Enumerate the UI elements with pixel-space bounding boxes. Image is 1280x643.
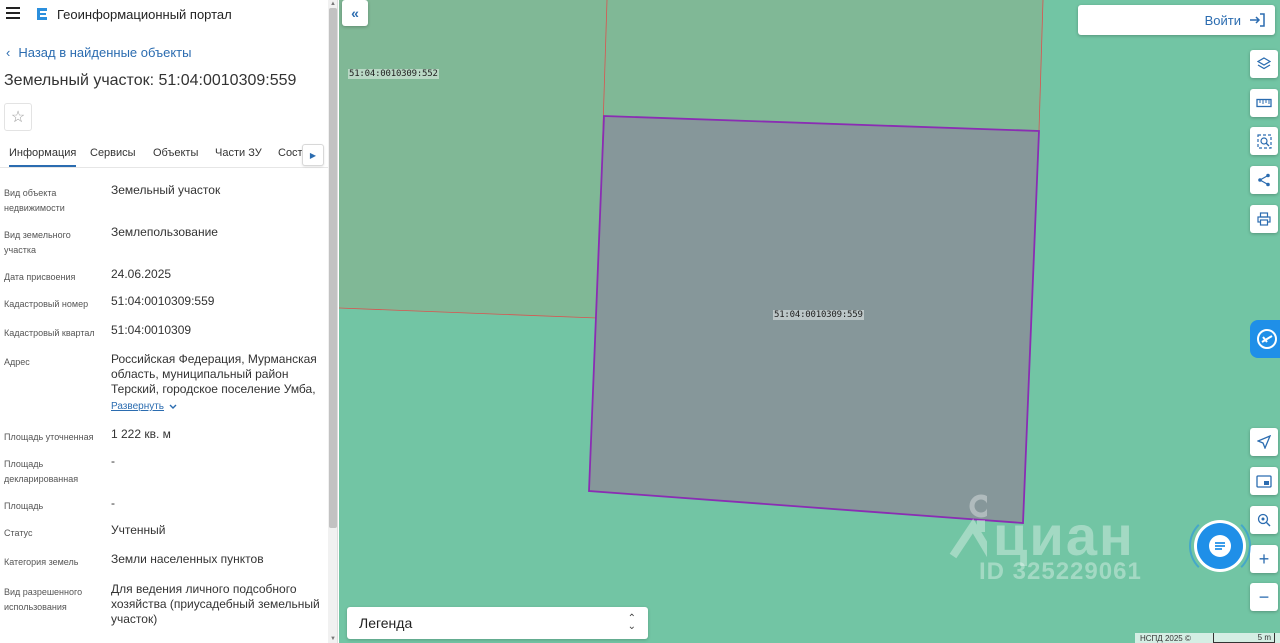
info-value: Для ведения личного подсобного хозяйства… — [111, 582, 320, 626]
info-label: Вид объекта недвижимости — [4, 188, 65, 213]
plus-icon: + — [1258, 548, 1270, 569]
legend-select[interactable]: Легенда ⌃ ⌄ — [347, 607, 648, 639]
page-title: Земельный участок: 51:04:0010309:559 — [4, 72, 297, 89]
info-panel: Геоинформационный портал ‹ Назад в найде… — [0, 0, 338, 643]
scroll-up-icon[interactable]: ▲ — [329, 0, 337, 8]
info-value: Земельный участок — [111, 183, 221, 197]
tabs-scroll-right-button[interactable]: ▶ — [302, 144, 324, 166]
chevron-left-icon: ‹ — [6, 45, 11, 60]
app-header: Геоинформационный портал — [0, 0, 328, 30]
back-link[interactable]: ‹ Назад в найденные объекты — [6, 45, 191, 60]
expand-label: Развернуть — [111, 401, 165, 412]
copyright-text: НСПД 2025 © — [1140, 633, 1191, 643]
collapse-panel-button[interactable]: « — [342, 0, 368, 26]
area-select-button[interactable] — [1250, 127, 1278, 155]
info-label: Кадастровый квартал — [4, 328, 95, 338]
chat-icon — [1209, 535, 1231, 557]
locate-button[interactable] — [1250, 428, 1278, 456]
parcel-label-neighbor: 51:04:0010309:552 — [348, 69, 439, 79]
address-text: Российская Федерация, Мурманская область… — [111, 352, 317, 396]
info-value: 24.06.2025 — [111, 267, 172, 281]
neighbor-parcel-top[interactable] — [604, 0, 1043, 131]
info-label: Кадастровый номер — [4, 299, 89, 309]
info-value: 1 222 кв. м — [111, 427, 171, 441]
minimap-icon — [1256, 474, 1272, 488]
info-value: 51:04:0010309:559 — [111, 294, 215, 308]
info-value: - — [111, 496, 115, 510]
area-select-icon — [1256, 133, 1272, 149]
map-view[interactable]: 51:04:0010309:552 51:04:0010309:559 циан… — [339, 0, 1280, 643]
tab-services[interactable]: Сервисы — [90, 147, 136, 159]
ruler-icon — [1256, 98, 1272, 108]
info-label: Площадь декларированная — [4, 459, 79, 484]
info-label: Категория земель — [4, 557, 79, 567]
geo-search-button[interactable] — [1250, 506, 1278, 534]
chat-button[interactable] — [1197, 523, 1243, 569]
menu-icon[interactable] — [6, 7, 20, 21]
info-label: Вид разрешенного использования — [4, 587, 83, 612]
print-button[interactable] — [1250, 205, 1278, 233]
assistant-icon — [1257, 329, 1277, 349]
panel-scrollbar[interactable]: ▲ ▼ — [328, 0, 337, 643]
app-title: Геоинформационный портал — [57, 7, 232, 22]
star-icon: ☆ — [10, 109, 26, 126]
tab-parts[interactable]: Части ЗУ — [215, 147, 262, 159]
minimap-button[interactable] — [1250, 467, 1278, 495]
scale-bar: 5 m — [1213, 633, 1275, 643]
info-value: Учтенный — [111, 523, 166, 537]
tabs-bar: Информация Сервисы Объекты Части ЗУ Сост… — [0, 142, 328, 168]
login-icon — [1250, 13, 1265, 27]
layers-icon — [1257, 57, 1271, 70]
info-label: Статус — [4, 528, 33, 538]
watermark-id: ID 325229061 — [979, 558, 1142, 585]
scale-label: 5 m — [1257, 633, 1271, 642]
info-value: Землепользование — [111, 225, 218, 239]
ruler-button[interactable] — [1250, 89, 1278, 117]
minus-icon: − — [1258, 586, 1270, 607]
info-label: Площадь уточненная — [4, 432, 94, 442]
cian-watermark: циан ID 325229061 — [943, 488, 1183, 588]
tab-objects[interactable]: Объекты — [153, 147, 198, 159]
expand-address-link[interactable]: Развернуть — [111, 399, 177, 414]
info-label: Адрес — [4, 357, 30, 367]
scroll-thumb[interactable] — [329, 8, 337, 528]
layers-button[interactable] — [1250, 50, 1278, 78]
info-value: - — [111, 454, 115, 468]
legend-label: Легенда — [359, 615, 413, 631]
share-icon — [1258, 173, 1270, 187]
info-value: 51:04:0010309 — [111, 323, 192, 337]
updown-chevron-icon: ⌃ ⌄ — [627, 613, 636, 632]
double-chevron-left-icon: « — [351, 5, 359, 21]
geo-search-icon — [1257, 513, 1271, 527]
info-value: Земли населенных пунктов — [111, 552, 264, 566]
login-button[interactable]: Войти — [1078, 5, 1275, 35]
parcel-label-selected: 51:04:0010309:559 — [773, 310, 864, 320]
back-link-label: Назад в найденные объекты — [18, 45, 192, 60]
zoom-in-button[interactable]: + — [1250, 545, 1278, 573]
portal-logo-icon — [37, 8, 47, 20]
neighbor-parcel-552[interactable] — [339, 0, 607, 318]
assistant-widget-button[interactable] — [1250, 320, 1280, 358]
locate-icon — [1257, 435, 1271, 449]
zoom-out-button[interactable]: − — [1250, 583, 1278, 611]
share-button[interactable] — [1250, 166, 1278, 194]
info-label: Площадь — [4, 501, 44, 511]
triangle-right-icon: ▶ — [309, 150, 317, 160]
scroll-down-icon[interactable]: ▼ — [329, 635, 337, 643]
info-value-address: Российская Федерация, Мурманская область… — [111, 352, 321, 414]
tab-info[interactable]: Информация — [9, 147, 77, 167]
map-footer: НСПД 2025 © 5 m — [1135, 633, 1280, 643]
login-label: Войти — [1204, 12, 1241, 28]
info-label: Дата присвоения — [4, 272, 76, 282]
favorite-button[interactable]: ☆ — [4, 103, 32, 131]
chevron-down-icon — [169, 404, 177, 409]
map-pin-icon — [949, 494, 987, 559]
print-icon — [1257, 212, 1271, 226]
info-label: Вид земельного участка — [4, 230, 71, 255]
